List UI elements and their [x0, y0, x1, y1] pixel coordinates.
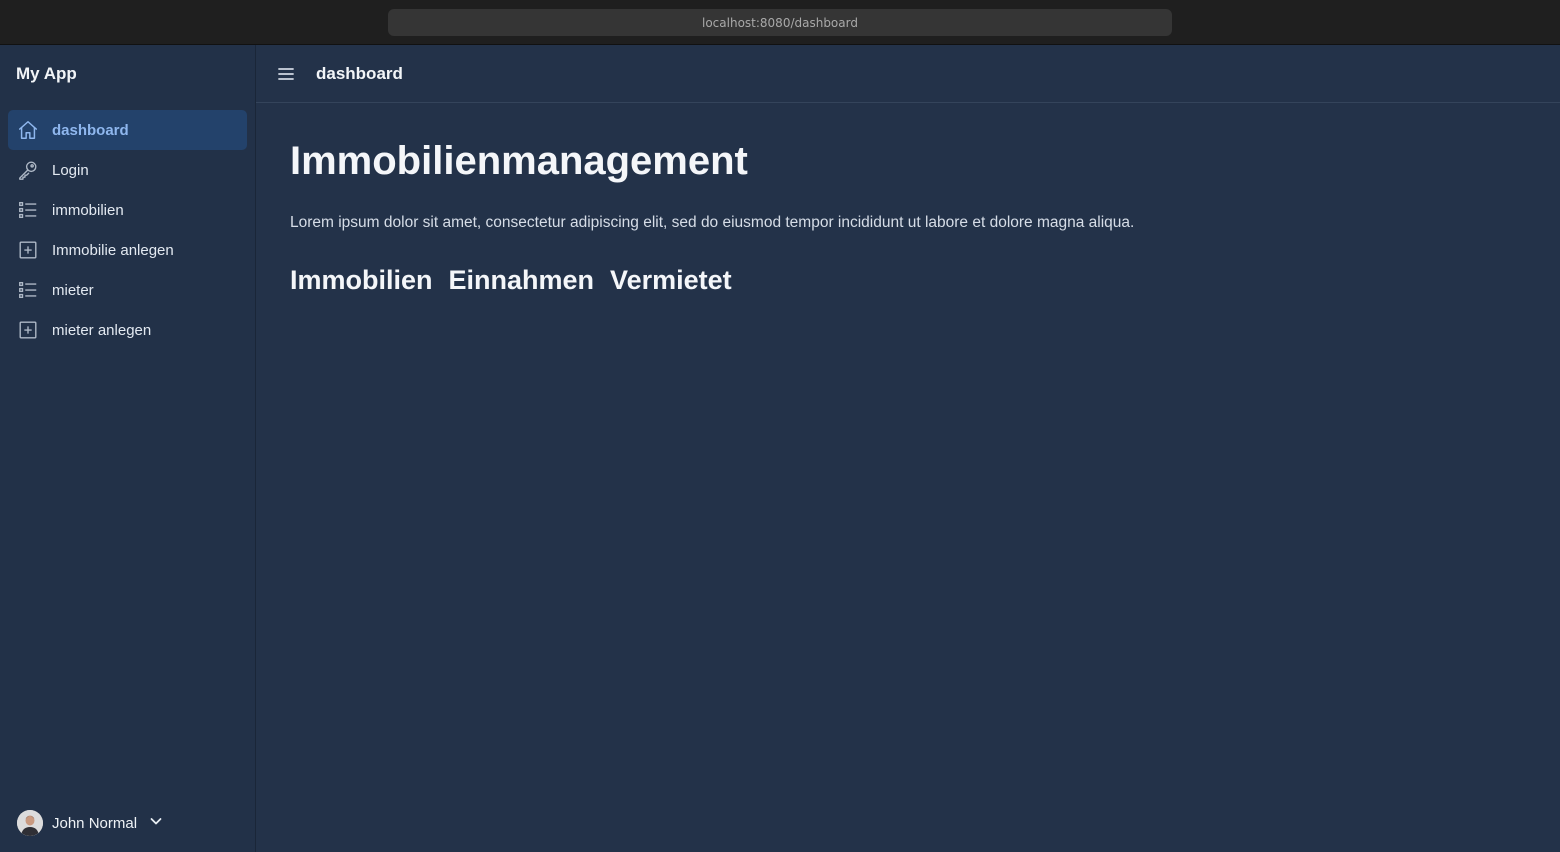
home-icon	[17, 119, 39, 141]
subheading-row: Immobilien Einnahmen Vermietet	[290, 265, 732, 296]
list-icon	[17, 199, 39, 221]
sidebar-item-label: Immobilie anlegen	[52, 241, 174, 259]
user-menu[interactable]: John Normal	[17, 810, 163, 836]
sidebar-item-immobilie-anlegen[interactable]: Immobilie anlegen	[8, 230, 247, 270]
subheading-immobilien: Immobilien	[290, 265, 433, 295]
avatar	[17, 810, 43, 836]
sidebar: My App dashboard Login immobilien Immobi…	[0, 45, 256, 852]
sidebar-item-label: Login	[52, 161, 89, 179]
sidebar-item-immobilien[interactable]: immobilien	[8, 190, 247, 230]
sidebar-item-dashboard[interactable]: dashboard	[8, 110, 247, 150]
chevron-down-icon	[149, 814, 163, 833]
key-icon	[17, 159, 39, 181]
plus-square-icon	[17, 239, 39, 261]
main-heading: Immobilienmanagement	[290, 139, 748, 183]
sidebar-item-mieter[interactable]: mieter	[8, 270, 247, 310]
user-name: John Normal	[52, 814, 138, 832]
address-bar[interactable]: localhost:8080/dashboard	[388, 9, 1172, 36]
intro-paragraph: Lorem ipsum dolor sit amet, consectetur …	[290, 214, 1135, 231]
list-icon	[17, 279, 39, 301]
plus-square-icon	[17, 319, 39, 341]
sidebar-item-login[interactable]: Login	[8, 150, 247, 190]
subheading-vermietet: Vermietet	[610, 265, 732, 295]
app-title: My App	[16, 64, 77, 83]
subheading-einnahmen: Einnahmen	[448, 265, 595, 295]
hamburger-menu-icon[interactable]	[276, 65, 296, 83]
browser-toolbar: localhost:8080/dashboard	[0, 0, 1560, 45]
page-title: dashboard	[316, 64, 403, 83]
sidebar-nav: dashboard Login immobilien Immobilie anl…	[8, 110, 247, 350]
sidebar-item-label: mieter	[52, 281, 94, 299]
sidebar-item-label: dashboard	[52, 121, 129, 139]
sidebar-item-label: immobilien	[52, 201, 124, 219]
sidebar-item-mieter-anlegen[interactable]: mieter anlegen	[8, 310, 247, 350]
top-bar: dashboard	[256, 45, 1560, 103]
sidebar-item-label: mieter anlegen	[52, 321, 152, 339]
